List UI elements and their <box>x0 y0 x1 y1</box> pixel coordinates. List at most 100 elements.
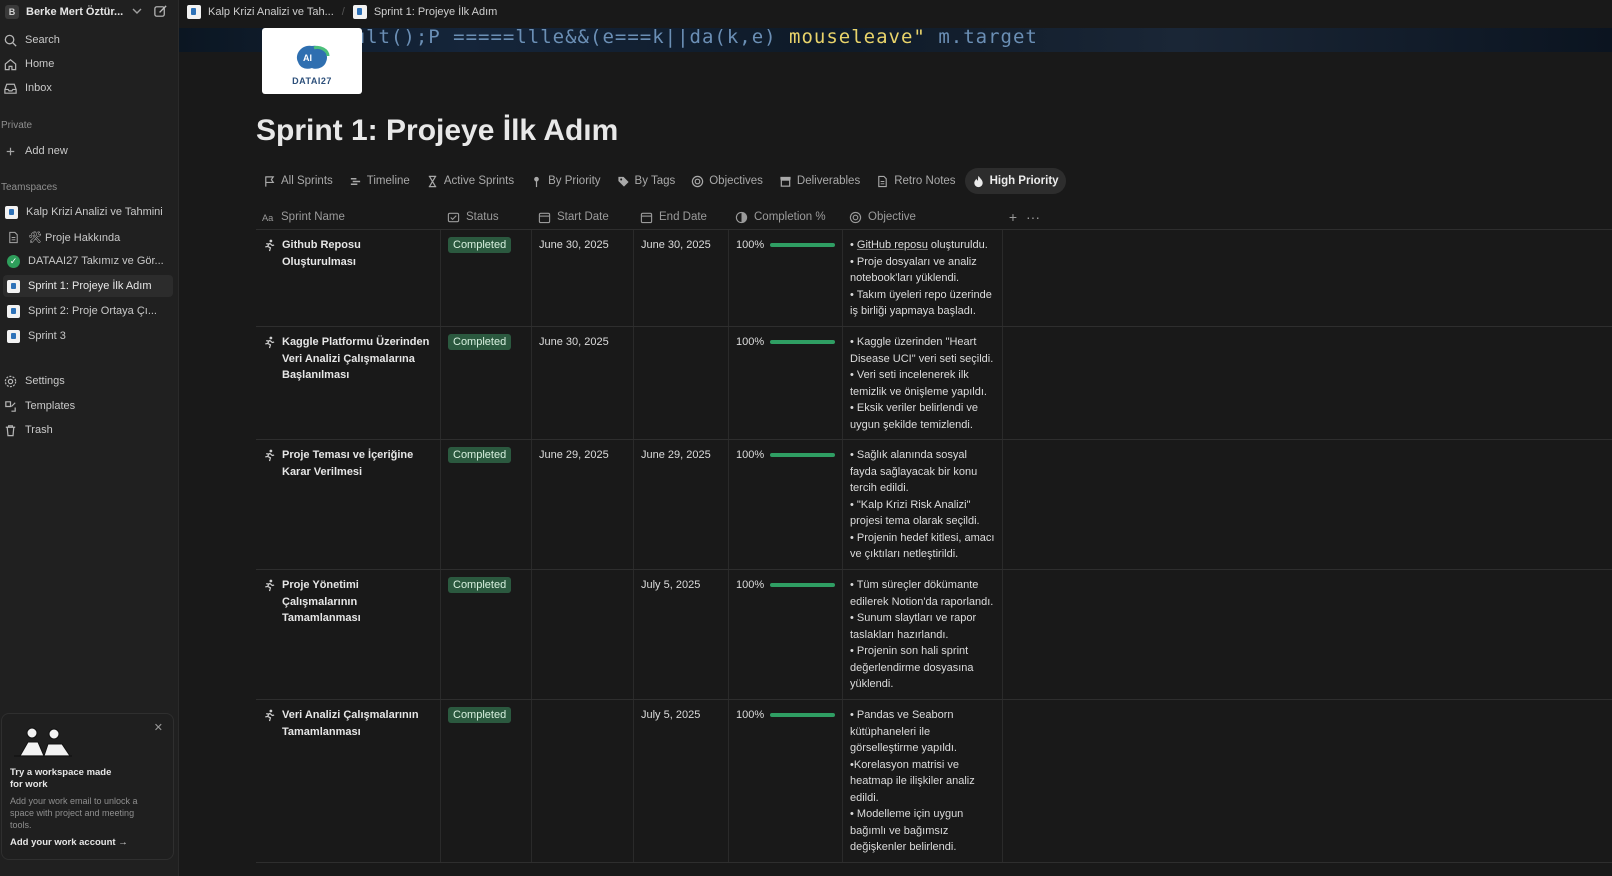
tab-deliverables[interactable]: Deliverables <box>772 168 867 194</box>
breadcrumb-item-sprint-1[interactable]: Sprint 1: Projeye İlk Adım <box>345 0 506 24</box>
sidebar-inbox[interactable]: Inbox <box>0 77 179 99</box>
sidebar-search[interactable]: Search <box>0 29 179 51</box>
add-column-button[interactable]: + <box>1003 204 1023 229</box>
compose-icon[interactable] <box>153 4 168 19</box>
tab-by-priority[interactable]: By Priority <box>523 168 607 194</box>
hourglass-icon <box>428 175 437 187</box>
status-cell[interactable]: Completed <box>441 440 532 569</box>
status-cell[interactable]: Completed <box>441 700 532 862</box>
end-date-cell[interactable]: July 5, 2025 <box>634 570 729 699</box>
table-row[interactable]: Veri Analizi Çalışmalarının Tamamlanması… <box>256 700 1612 863</box>
end-date-cell[interactable]: June 30, 2025 <box>634 230 729 326</box>
start-date-cell[interactable]: June 30, 2025 <box>532 230 634 326</box>
objective-line: • Eksik veriler belirlendi ve uygun şeki… <box>850 402 978 431</box>
status-cell[interactable]: Completed <box>441 230 532 326</box>
more-options-button[interactable]: ··· <box>1023 204 1043 229</box>
column-header-start-date[interactable]: Start Date <box>532 204 634 230</box>
sidebar-item-label: Sprint 3 <box>28 330 66 342</box>
completion-cell[interactable]: 100% <box>729 570 843 699</box>
sidebar-home[interactable]: Home <box>0 53 179 75</box>
completion-cell[interactable]: 100% <box>729 230 843 326</box>
page-icon-logo[interactable]: AI DATAI27 <box>262 28 362 94</box>
status-cell[interactable]: Completed <box>441 570 532 699</box>
start-date-cell[interactable] <box>532 570 634 699</box>
objective-cell[interactable]: • GitHub reposu oluşturuldu. • Proje dos… <box>843 230 1003 326</box>
objective-cell[interactable]: • Pandas ve Seaborn kütüphaneleri ile gö… <box>843 700 1003 862</box>
close-icon[interactable]: ✕ <box>154 721 163 734</box>
flag-icon <box>265 175 275 187</box>
completion-cell[interactable]: 100% <box>729 700 843 862</box>
page-title[interactable]: Sprint 1: Projeye İlk Adım <box>256 114 618 148</box>
objective-line: • Projenin hedef kitlesi, amacı ve çıktı… <box>850 531 995 561</box>
sprint-name-cell[interactable]: Proje Yönetimi Çalışmalarının Tamamlanma… <box>256 570 441 699</box>
add-new-button[interactable]: Add new <box>0 140 179 162</box>
end-date-cell[interactable] <box>634 327 729 439</box>
sidebar-templates[interactable]: Templates <box>0 395 179 417</box>
sprint-name-cell[interactable]: Proje Teması ve İçeriğine Karar Verilmes… <box>256 440 441 569</box>
sidebar-trash[interactable]: Trash <box>0 419 179 441</box>
sidebar-item-sprint-3[interactable]: Sprint 3 <box>3 325 173 347</box>
table-row[interactable]: Proje Yönetimi Çalışmalarının Tamamlanma… <box>256 570 1612 700</box>
status-badge: Completed <box>448 447 512 463</box>
objective-cell[interactable]: • Tüm süreçler dökümante edilerek Notion… <box>843 570 1003 699</box>
archive-icon <box>780 176 791 187</box>
objective-cell[interactable]: • Kaggle üzerinden "Heart Disease UCI" v… <box>843 327 1003 439</box>
page-icon <box>352 5 367 19</box>
runner-icon <box>265 336 275 349</box>
column-header-status[interactable]: Status <box>441 204 532 230</box>
table-row[interactable]: Kaggle Platformu Üzerinden Veri Analizi … <box>256 327 1612 440</box>
tab-active-sprints[interactable]: Active Sprints <box>419 168 521 194</box>
sidebar-item-kalp-krizi[interactable]: Kalp Krizi Analizi ve Tahmini <box>1 201 171 223</box>
table-row[interactable]: Github Reposu Oluşturulması Completed Ju… <box>256 230 1612 327</box>
start-date-cell[interactable]: June 30, 2025 <box>532 327 634 439</box>
end-date-cell[interactable]: June 29, 2025 <box>634 440 729 569</box>
tab-objectives[interactable]: Objectives <box>684 168 770 194</box>
column-header-completion[interactable]: Completion % <box>729 204 843 230</box>
sprint-name-cell[interactable]: Veri Analizi Çalışmalarının Tamamlanması <box>256 700 441 862</box>
status-cell[interactable]: Completed <box>441 327 532 439</box>
github-link[interactable]: GitHub reposu <box>857 239 928 251</box>
add-work-account-link[interactable]: Add your work account → <box>10 837 165 848</box>
tab-retro-notes[interactable]: Retro Notes <box>869 168 962 194</box>
sprint-name-cell[interactable]: Github Reposu Oluşturulması <box>256 230 441 326</box>
sidebar-search-label: Search <box>25 34 60 46</box>
page-cover[interactable]: ntDefault();P =====llle&&(e===k||da(k,e)… <box>179 28 1612 52</box>
completion-cell[interactable]: 100% <box>729 440 843 569</box>
sprint-name-cell[interactable]: Kaggle Platformu Üzerinden Veri Analizi … <box>256 327 441 439</box>
tab-high-priority[interactable]: High Priority <box>964 168 1066 194</box>
completion-cell[interactable]: 100% <box>729 327 843 439</box>
sidebar-item-sprint-2[interactable]: Sprint 2: Proje Ortaya Çı... <box>3 300 173 322</box>
objective-line: • Sağlık alanında sosyal fayda sağlayaca… <box>850 449 978 494</box>
objective-line: • Sunum slaytları ve rapor taslakları ha… <box>850 612 977 641</box>
tab-by-tags[interactable]: By Tags <box>610 168 683 194</box>
sidebar-item-takimimiz[interactable]: ✓ DATAAI27 Takımız ve Gör... <box>3 250 173 272</box>
column-header-end-date[interactable]: End Date <box>634 204 729 230</box>
breadcrumb-item-kalp-krizi[interactable]: Kalp Krizi Analizi ve Tah... <box>179 0 342 24</box>
progress-bar <box>770 713 835 717</box>
end-date-cell[interactable]: July 5, 2025 <box>634 700 729 862</box>
target-icon <box>849 211 862 223</box>
start-date-cell[interactable]: June 29, 2025 <box>532 440 634 569</box>
column-header-sprint-name[interactable]: Aa Sprint Name <box>256 204 441 230</box>
table-row[interactable]: Proje Teması ve İçeriğine Karar Verilmes… <box>256 440 1612 570</box>
sidebar-templates-label: Templates <box>25 400 76 412</box>
search-icon <box>4 34 17 47</box>
sidebar-settings[interactable]: Settings <box>0 370 179 392</box>
tab-timeline[interactable]: Timeline <box>342 168 417 194</box>
empty-cell <box>1003 230 1612 326</box>
start-date-cell[interactable] <box>532 700 634 862</box>
teamspaces-section-label: Teamspaces <box>1 182 58 193</box>
tab-all-sprints[interactable]: All Sprints <box>256 168 340 194</box>
svg-text:AI: AI <box>303 53 312 63</box>
sidebar-item-proje-hakkinda[interactable]: 🛠 Proje Hakkında <box>3 226 173 248</box>
page-icon <box>7 329 20 343</box>
check-circle-icon: ✓ <box>7 254 20 268</box>
column-header-objective[interactable]: Objective <box>843 204 1003 230</box>
sidebar-item-sprint-1[interactable]: Sprint 1: Projeye İlk Adım <box>3 275 173 297</box>
objective-cell[interactable]: • Sağlık alanında sosyal fayda sağlayaca… <box>843 440 1003 569</box>
empty-cell <box>1003 700 1612 862</box>
workspace-avatar: B <box>5 5 19 19</box>
chevron-down-icon[interactable] <box>131 4 143 18</box>
target-icon <box>692 175 704 187</box>
plus-icon <box>6 147 15 155</box>
